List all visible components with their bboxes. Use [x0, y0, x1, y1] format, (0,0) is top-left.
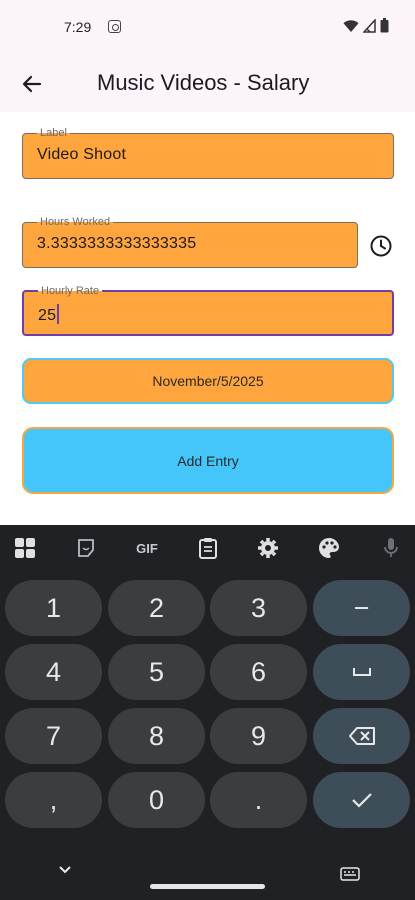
hourly-rate-label: Hourly Rate [38, 285, 103, 297]
hours-worked-field[interactable]: Hours Worked 3.3333333333333335 [22, 216, 358, 268]
backspace-icon [348, 727, 375, 745]
numeric-keyboard: GIF 1 2 3 − 4 5 6 7 8 9 , 0 . [0, 525, 415, 900]
key-comma[interactable]: , [5, 772, 102, 828]
key-minus[interactable]: − [313, 580, 410, 636]
key-0[interactable]: 0 [108, 772, 205, 828]
clipboard-icon[interactable] [196, 536, 220, 560]
key-backspace[interactable] [313, 708, 410, 764]
key-space[interactable] [313, 644, 410, 700]
home-indicator[interactable] [150, 884, 265, 889]
microphone-icon[interactable] [379, 536, 403, 560]
key-8[interactable]: 8 [108, 708, 205, 764]
key-5[interactable]: 5 [108, 644, 205, 700]
hourly-rate-text: 25 [38, 307, 57, 324]
label-field-label: Label [37, 127, 70, 139]
chevron-down-icon[interactable] [58, 865, 72, 875]
signal-icon [363, 19, 376, 33]
instagram-icon [108, 20, 121, 33]
app-bar: Music Videos - Salary [0, 56, 415, 112]
key-2[interactable]: 2 [108, 580, 205, 636]
hours-worked-value: 3.3333333333333335 [37, 235, 197, 252]
back-button[interactable] [14, 66, 50, 102]
key-3[interactable]: 3 [210, 580, 307, 636]
status-time: 7:29 [64, 19, 92, 35]
clock-icon [370, 235, 392, 257]
hourly-rate-field[interactable]: Hourly Rate 25 [22, 285, 394, 336]
arrow-back-icon [22, 75, 42, 93]
add-entry-button[interactable]: Add Entry [22, 427, 394, 494]
wifi-icon [343, 20, 359, 32]
check-icon [351, 793, 372, 808]
keyboard-switch-icon[interactable] [340, 867, 360, 881]
key-7[interactable]: 7 [5, 708, 102, 764]
apps-grid-icon[interactable] [13, 536, 37, 560]
label-field[interactable]: Label Video Shoot [22, 127, 394, 179]
space-icon [352, 668, 371, 676]
key-done[interactable] [313, 772, 410, 828]
keyboard-toolbar: GIF [0, 525, 415, 571]
battery-icon [380, 18, 389, 33]
page-title: Music Videos - Salary [97, 70, 310, 95]
hours-worked-label: Hours Worked [37, 216, 114, 228]
key-9[interactable]: 9 [210, 708, 307, 764]
time-picker-button[interactable] [368, 233, 394, 259]
hourly-rate-value: 25 [38, 304, 60, 325]
sticker-icon[interactable] [74, 536, 98, 560]
key-6[interactable]: 6 [210, 644, 307, 700]
gif-button[interactable]: GIF [132, 536, 162, 560]
status-icons [343, 18, 389, 33]
status-bar: 7:29 [0, 0, 415, 56]
key-1[interactable]: 1 [5, 580, 102, 636]
key-period[interactable]: . [210, 772, 307, 828]
text-cursor [57, 304, 60, 324]
settings-icon[interactable] [256, 536, 280, 560]
palette-icon[interactable] [317, 536, 341, 560]
label-field-value: Video Shoot [37, 146, 127, 163]
key-4[interactable]: 4 [5, 644, 102, 700]
date-picker-button[interactable]: November/5/2025 [22, 358, 394, 404]
